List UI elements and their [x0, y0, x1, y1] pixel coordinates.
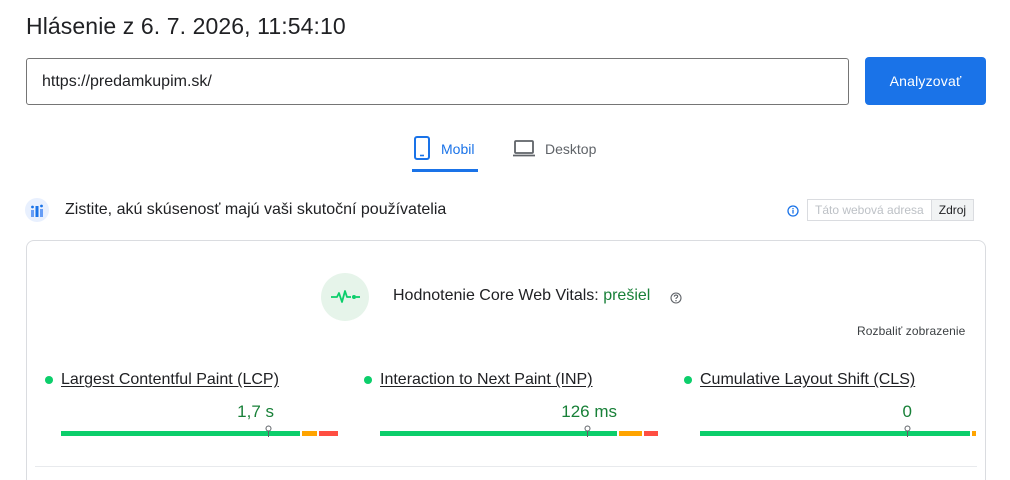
tab-desktop-label: Desktop [545, 141, 597, 157]
metric-cls-distribution-bar [700, 431, 976, 436]
heartbeat-icon [331, 290, 360, 303]
distribution-poor-segment [644, 431, 658, 436]
url-origin-toggle: Táto webová adresa Zdroj [807, 199, 975, 221]
metric-inp-distribution-bar [380, 431, 658, 436]
metric-cls-name[interactable]: Cumulative Layout Shift (CLS) [700, 371, 915, 389]
report-title: Hlásenie z 6. 7. 2026, 11:54:10 [26, 13, 346, 39]
metric-lcp-value: 1,7 s [237, 402, 274, 421]
expand-view-link[interactable]: Rozbaliť zobrazenie [857, 324, 965, 338]
field-data-card [26, 240, 986, 480]
status-dot [364, 376, 372, 384]
url-input[interactable] [26, 58, 849, 105]
distribution-good-segment [700, 431, 970, 436]
status-dot [45, 376, 53, 384]
distribution-poor-segment [318, 431, 338, 436]
tab-mobile-label: Mobil [441, 141, 475, 157]
percentile-marker [264, 424, 273, 437]
distribution-needs-improvement-segment [971, 431, 976, 436]
tab-mobile[interactable]: Mobil [412, 136, 478, 172]
section-divider [35, 466, 977, 467]
distribution-needs-improvement-segment [301, 431, 317, 436]
distribution-needs-improvement-segment [619, 431, 643, 436]
smartphone-icon [412, 136, 432, 160]
users-chart-icon [25, 198, 49, 222]
info-icon[interactable] [787, 204, 799, 217]
metric-inp-value: 126 ms [561, 402, 617, 421]
cwv-assessment: Hodnotenie Core Web Vitals: prešiel [393, 287, 650, 305]
toggle-this-url[interactable]: Táto webová adresa [807, 199, 932, 221]
distribution-good-segment [380, 431, 618, 436]
help-icon[interactable] [670, 291, 682, 304]
status-dot [684, 376, 692, 384]
metric-inp-name[interactable]: Interaction to Next Paint (INP) [380, 371, 593, 389]
percentile-marker [583, 424, 592, 437]
cwv-badge [321, 273, 369, 321]
tab-desktop[interactable]: Desktop [512, 136, 596, 172]
percentile-marker [903, 424, 912, 437]
metric-lcp-distribution-bar [61, 431, 338, 436]
cwv-assessment-label: Hodnotenie Core Web Vitals: [393, 287, 599, 304]
crux-section-title: Zistite, akú skúsenosť majú vaši skutočn… [65, 201, 447, 218]
toggle-origin[interactable]: Zdroj [931, 199, 975, 221]
laptop-icon [512, 136, 536, 160]
cwv-assessment-status: prešiel [603, 287, 651, 304]
analyze-button[interactable]: Analyzovať [865, 57, 986, 105]
metric-lcp-name[interactable]: Largest Contentful Paint (LCP) [61, 371, 279, 389]
metric-cls-value: 0 [902, 402, 912, 421]
